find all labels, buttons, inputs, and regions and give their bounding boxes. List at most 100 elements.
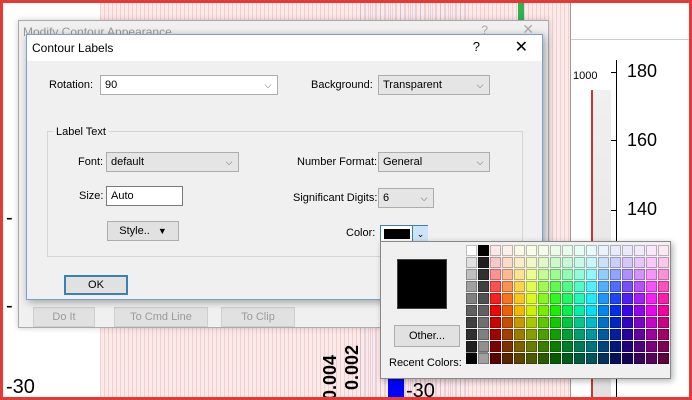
palette-swatch[interactable] bbox=[526, 281, 537, 292]
palette-swatch[interactable] bbox=[634, 269, 645, 280]
palette-swatch[interactable] bbox=[658, 245, 669, 256]
palette-swatch[interactable] bbox=[538, 317, 549, 328]
palette-swatch[interactable] bbox=[526, 293, 537, 304]
palette-swatch[interactable] bbox=[598, 245, 609, 256]
palette-swatch[interactable] bbox=[514, 293, 525, 304]
palette-swatch[interactable] bbox=[634, 245, 645, 256]
palette-swatch[interactable] bbox=[646, 281, 657, 292]
color-palette-grid[interactable] bbox=[466, 245, 669, 364]
to-cmd-line-button[interactable]: To Cmd Line bbox=[114, 307, 208, 327]
palette-swatch[interactable] bbox=[478, 257, 489, 268]
palette-swatch[interactable] bbox=[574, 257, 585, 268]
palette-swatch[interactable] bbox=[550, 353, 561, 364]
size-input[interactable] bbox=[106, 186, 183, 206]
palette-swatch[interactable] bbox=[538, 293, 549, 304]
palette-swatch[interactable] bbox=[550, 293, 561, 304]
palette-swatch[interactable] bbox=[526, 245, 537, 256]
palette-swatch[interactable] bbox=[598, 305, 609, 316]
palette-swatch[interactable] bbox=[490, 317, 501, 328]
palette-swatch[interactable] bbox=[562, 329, 573, 340]
other-color-button[interactable]: Other... bbox=[394, 325, 460, 347]
palette-swatch[interactable] bbox=[490, 353, 501, 364]
palette-swatch[interactable] bbox=[634, 293, 645, 304]
palette-swatch[interactable] bbox=[478, 317, 489, 328]
palette-swatch[interactable] bbox=[490, 305, 501, 316]
palette-swatch[interactable] bbox=[526, 305, 537, 316]
palette-swatch[interactable] bbox=[574, 329, 585, 340]
palette-swatch[interactable] bbox=[550, 245, 561, 256]
palette-swatch[interactable] bbox=[526, 341, 537, 352]
palette-swatch[interactable] bbox=[610, 269, 621, 280]
palette-swatch[interactable] bbox=[538, 269, 549, 280]
palette-swatch[interactable] bbox=[490, 257, 501, 268]
palette-swatch[interactable] bbox=[586, 293, 597, 304]
palette-swatch[interactable] bbox=[514, 305, 525, 316]
palette-swatch[interactable] bbox=[478, 281, 489, 292]
palette-swatch[interactable] bbox=[490, 269, 501, 280]
palette-swatch[interactable] bbox=[646, 329, 657, 340]
palette-swatch[interactable] bbox=[502, 269, 513, 280]
palette-swatch[interactable] bbox=[622, 317, 633, 328]
palette-swatch[interactable] bbox=[646, 293, 657, 304]
palette-swatch[interactable] bbox=[646, 245, 657, 256]
palette-swatch[interactable] bbox=[502, 317, 513, 328]
palette-swatch[interactable] bbox=[634, 257, 645, 268]
palette-swatch[interactable] bbox=[550, 281, 561, 292]
palette-swatch[interactable] bbox=[478, 329, 489, 340]
palette-swatch[interactable] bbox=[586, 329, 597, 340]
palette-swatch[interactable] bbox=[574, 317, 585, 328]
palette-swatch[interactable] bbox=[538, 245, 549, 256]
palette-swatch[interactable] bbox=[586, 317, 597, 328]
palette-swatch[interactable] bbox=[478, 305, 489, 316]
palette-swatch[interactable] bbox=[526, 353, 537, 364]
palette-swatch[interactable] bbox=[514, 317, 525, 328]
palette-swatch[interactable] bbox=[610, 341, 621, 352]
palette-swatch[interactable] bbox=[466, 317, 477, 328]
palette-swatch[interactable] bbox=[634, 317, 645, 328]
palette-swatch[interactable] bbox=[562, 341, 573, 352]
significant-digits-combo[interactable]: 6 ⌵ bbox=[378, 188, 434, 208]
palette-swatch[interactable] bbox=[538, 281, 549, 292]
palette-swatch[interactable] bbox=[538, 353, 549, 364]
palette-swatch[interactable] bbox=[634, 329, 645, 340]
palette-swatch[interactable] bbox=[562, 305, 573, 316]
palette-swatch[interactable] bbox=[658, 305, 669, 316]
palette-swatch[interactable] bbox=[514, 353, 525, 364]
palette-swatch[interactable] bbox=[466, 281, 477, 292]
palette-swatch[interactable] bbox=[574, 341, 585, 352]
ok-button[interactable]: OK bbox=[64, 275, 128, 295]
palette-swatch[interactable] bbox=[658, 281, 669, 292]
palette-swatch[interactable] bbox=[646, 341, 657, 352]
palette-swatch[interactable] bbox=[610, 329, 621, 340]
palette-swatch[interactable] bbox=[514, 269, 525, 280]
palette-swatch[interactable] bbox=[478, 293, 489, 304]
palette-swatch[interactable] bbox=[598, 317, 609, 328]
palette-swatch[interactable] bbox=[514, 257, 525, 268]
palette-swatch[interactable] bbox=[550, 317, 561, 328]
palette-swatch[interactable] bbox=[634, 353, 645, 364]
number-format-combo[interactable]: General ⌵ bbox=[378, 152, 490, 172]
palette-swatch[interactable] bbox=[598, 269, 609, 280]
palette-swatch[interactable] bbox=[466, 257, 477, 268]
palette-swatch[interactable] bbox=[562, 269, 573, 280]
palette-swatch[interactable] bbox=[646, 305, 657, 316]
close-button[interactable]: ✕ bbox=[515, 37, 528, 57]
palette-swatch[interactable] bbox=[622, 341, 633, 352]
palette-swatch[interactable] bbox=[610, 245, 621, 256]
palette-swatch[interactable] bbox=[550, 269, 561, 280]
palette-swatch[interactable] bbox=[502, 281, 513, 292]
palette-swatch[interactable] bbox=[466, 353, 477, 364]
chevron-down-icon[interactable]: ⌄ bbox=[412, 226, 428, 242]
palette-swatch[interactable] bbox=[562, 293, 573, 304]
palette-swatch[interactable] bbox=[490, 341, 501, 352]
palette-swatch[interactable] bbox=[490, 293, 501, 304]
palette-swatch[interactable] bbox=[622, 293, 633, 304]
palette-swatch[interactable] bbox=[466, 305, 477, 316]
palette-swatch[interactable] bbox=[478, 341, 489, 352]
palette-swatch[interactable] bbox=[514, 281, 525, 292]
palette-swatch[interactable] bbox=[634, 305, 645, 316]
palette-swatch[interactable] bbox=[586, 353, 597, 364]
palette-swatch[interactable] bbox=[502, 305, 513, 316]
palette-swatch[interactable] bbox=[526, 257, 537, 268]
palette-swatch[interactable] bbox=[574, 305, 585, 316]
